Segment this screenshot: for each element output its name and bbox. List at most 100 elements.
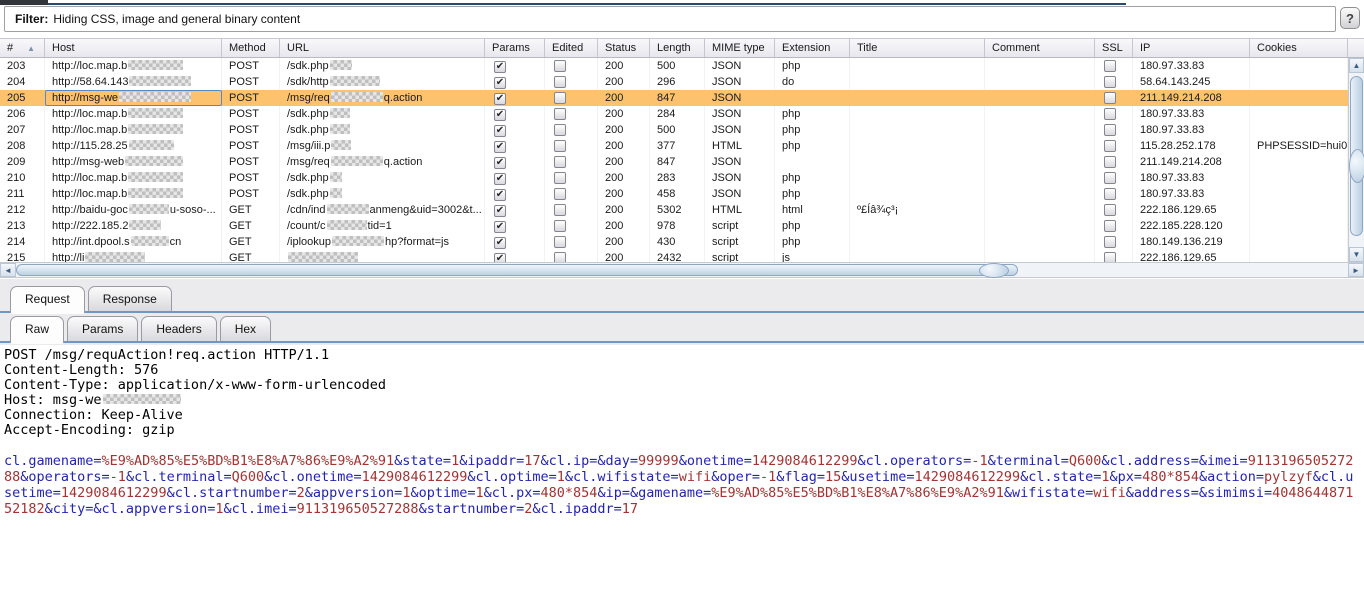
checkbox-checked[interactable]: [494, 205, 506, 217]
cell-length: 500: [650, 58, 705, 74]
view-tabs: RawParamsHeadersHex: [0, 316, 1364, 343]
table-row-214[interactable]: 214http://int.dpool.scnGET/iplookuphp?fo…: [0, 234, 1348, 250]
column-header-title[interactable]: Title: [850, 39, 985, 57]
table-row-205[interactable]: 205http://msg-wePOST/msg/reqq.action2008…: [0, 90, 1348, 106]
checkbox-unchecked[interactable]: [554, 124, 566, 136]
checkbox-unchecked[interactable]: [1104, 236, 1116, 248]
cell-edited: [545, 250, 598, 262]
checkbox-unchecked[interactable]: [554, 252, 566, 262]
checkbox-unchecked[interactable]: [554, 204, 566, 216]
filter-bar[interactable]: Filter: Hiding CSS, image and general bi…: [4, 6, 1336, 32]
tab-raw[interactable]: Raw: [10, 316, 64, 343]
column-header-length[interactable]: Length: [650, 39, 705, 57]
tab-headers[interactable]: Headers: [141, 316, 216, 341]
table-row-204[interactable]: 204http://58.64.143POST/sdk/http200296JS…: [0, 74, 1348, 90]
column-header-comment[interactable]: Comment: [985, 39, 1095, 57]
checkbox-unchecked[interactable]: [1104, 156, 1116, 168]
checkbox-unchecked[interactable]: [554, 172, 566, 184]
checkbox-checked[interactable]: [494, 77, 506, 89]
checkbox-checked[interactable]: [494, 109, 506, 121]
checkbox-unchecked[interactable]: [554, 76, 566, 88]
checkbox-unchecked[interactable]: [554, 188, 566, 200]
checkbox-unchecked[interactable]: [554, 108, 566, 120]
checkbox-checked[interactable]: [494, 125, 506, 137]
checkbox-unchecked[interactable]: [554, 156, 566, 168]
cell-title: [850, 106, 985, 122]
checkbox-unchecked[interactable]: [1104, 172, 1116, 184]
cell-extension: php: [775, 106, 850, 122]
checkbox-unchecked[interactable]: [554, 140, 566, 152]
checkbox-unchecked[interactable]: [1104, 92, 1116, 104]
table-row-215[interactable]: 215http://liGET2002432scriptjs222.186.12…: [0, 250, 1348, 262]
raw-request-editor[interactable]: POST /msg/requAction!req.action HTTP/1.1…: [0, 345, 1364, 600]
table-row-212[interactable]: 212http://baidu-gocu-soso-...GET/cdn/ind…: [0, 202, 1348, 218]
checkbox-checked[interactable]: [494, 221, 506, 233]
checkbox-unchecked[interactable]: [1104, 60, 1116, 72]
column-header-ssl[interactable]: SSL: [1095, 39, 1133, 57]
checkbox-checked[interactable]: [494, 93, 506, 105]
table-row-208[interactable]: 208http://115.28.25POST/msg/iii.p200377H…: [0, 138, 1348, 154]
cell-url: /sdk.php: [280, 186, 485, 202]
horizontal-scroll-thumb[interactable]: [16, 264, 1018, 276]
checkbox-checked[interactable]: [494, 141, 506, 153]
checkbox-checked[interactable]: [494, 189, 506, 201]
vertical-scrollbar[interactable]: ▲ ▼: [1348, 58, 1364, 262]
checkbox-checked[interactable]: [494, 173, 506, 185]
vertical-scroll-thumb[interactable]: [1350, 76, 1363, 236]
table-row-210[interactable]: 210http://loc.map.bPOST/sdk.php200283JSO…: [0, 170, 1348, 186]
checkbox-unchecked[interactable]: [1104, 188, 1116, 200]
cell-cookies: [1250, 250, 1348, 262]
table-row-211[interactable]: 211http://loc.map.bPOST/sdk.php200458JSO…: [0, 186, 1348, 202]
scroll-right-button[interactable]: ►: [1348, 263, 1364, 277]
column-header-ip[interactable]: IP: [1133, 39, 1250, 57]
cell-title: [850, 186, 985, 202]
cell-edited: [545, 154, 598, 170]
table-row-206[interactable]: 206http://loc.map.bPOST/sdk.php200284JSO…: [0, 106, 1348, 122]
column-header-extension[interactable]: Extension: [775, 39, 850, 57]
param-name: &cl.operators=: [858, 453, 972, 469]
table-row-207[interactable]: 207http://loc.map.bPOST/sdk.php200500JSO…: [0, 122, 1348, 138]
checkbox-unchecked[interactable]: [1104, 220, 1116, 232]
tab-response[interactable]: Response: [88, 286, 172, 311]
column-header-edited[interactable]: Edited: [545, 39, 598, 57]
column-header-status[interactable]: Status: [598, 39, 650, 57]
vertical-thumb-grip[interactable]: [1349, 149, 1364, 183]
checkbox-unchecked[interactable]: [1104, 124, 1116, 136]
checkbox-unchecked[interactable]: [1104, 140, 1116, 152]
table-row-209[interactable]: 209http://msg-webPOST/msg/reqq.action200…: [0, 154, 1348, 170]
checkbox-unchecked[interactable]: [1104, 108, 1116, 120]
horizontal-thumb-grip[interactable]: [979, 263, 1009, 278]
horizontal-scrollbar[interactable]: ◄ ►: [0, 262, 1364, 278]
column-header-params[interactable]: Params: [485, 39, 545, 57]
param-name: &operators=: [20, 469, 109, 485]
column-header-host[interactable]: Host: [45, 39, 222, 57]
table-row-203[interactable]: 203http://loc.map.bPOST/sdk.php200500JSO…: [0, 58, 1348, 74]
column-header-method[interactable]: Method: [222, 39, 280, 57]
column-header-mime-type[interactable]: MIME type: [705, 39, 775, 57]
scroll-down-button[interactable]: ▼: [1349, 247, 1364, 262]
checkbox-checked[interactable]: [494, 157, 506, 169]
cell-comment: [985, 186, 1095, 202]
checkbox-checked[interactable]: [494, 253, 506, 262]
checkbox-unchecked[interactable]: [1104, 252, 1116, 262]
checkbox-checked[interactable]: [494, 61, 506, 73]
tab-request[interactable]: Request: [10, 286, 85, 313]
tab-params[interactable]: Params: [67, 316, 138, 341]
column-header-url[interactable]: URL: [280, 39, 485, 57]
column-header--[interactable]: #▲: [0, 39, 45, 57]
scroll-left-button[interactable]: ◄: [0, 263, 16, 277]
clipped-active-tab[interactable]: [0, 0, 48, 5]
checkbox-unchecked[interactable]: [1104, 204, 1116, 216]
cell-params: [485, 90, 545, 106]
checkbox-unchecked[interactable]: [554, 220, 566, 232]
checkbox-unchecked[interactable]: [1104, 76, 1116, 88]
column-header-cookies[interactable]: Cookies: [1250, 39, 1348, 57]
scroll-up-button[interactable]: ▲: [1349, 58, 1364, 73]
checkbox-unchecked[interactable]: [554, 236, 566, 248]
checkbox-unchecked[interactable]: [554, 60, 566, 72]
checkbox-unchecked[interactable]: [554, 92, 566, 104]
tab-hex[interactable]: Hex: [220, 316, 271, 341]
help-button[interactable]: ?: [1340, 7, 1360, 29]
table-row-213[interactable]: 213http://222.185.2GET/count/ctid=120097…: [0, 218, 1348, 234]
checkbox-checked[interactable]: [494, 237, 506, 249]
